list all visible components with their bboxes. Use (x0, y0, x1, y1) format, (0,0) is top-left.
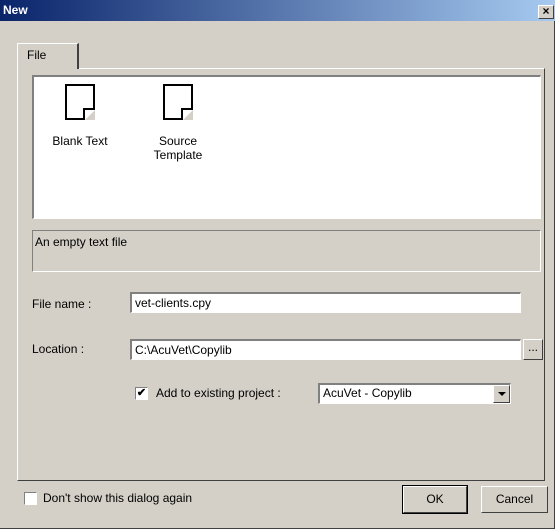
add-to-project-label: Add to existing project : (156, 386, 281, 400)
close-button[interactable]: × (538, 5, 554, 19)
file-name-label: File name : (32, 297, 92, 311)
template-item-source-template[interactable]: Source Template (138, 84, 218, 162)
location-input[interactable]: C:\AcuVet\Copylib (130, 339, 521, 360)
template-item-blank-text[interactable]: Blank Text (40, 84, 120, 148)
ok-button[interactable]: OK (402, 485, 468, 514)
template-label: Blank Text (52, 134, 108, 148)
project-select-value: AcuVet - Copylib (323, 386, 412, 400)
window-title: New (3, 3, 28, 17)
tab-file[interactable]: File (17, 43, 79, 69)
location-label: Location : (32, 342, 85, 356)
description-text: An empty text file (35, 235, 128, 249)
template-label-line2: Template (153, 148, 203, 162)
title-bar (0, 0, 555, 21)
dont-show-label: Don't show this dialog again (43, 491, 193, 505)
browse-button[interactable]: ... (523, 339, 543, 360)
chevron-down-icon[interactable] (493, 385, 510, 403)
add-to-project-checkbox[interactable]: ✔ (135, 387, 148, 400)
tab-file-label: File (27, 48, 47, 62)
file-name-input[interactable]: vet-clients.cpy (130, 292, 521, 313)
cancel-button[interactable]: Cancel (481, 486, 548, 513)
project-select[interactable]: AcuVet - Copylib (318, 383, 511, 404)
document-icon (65, 84, 95, 120)
document-icon (163, 84, 193, 120)
template-label-line1: Source (158, 134, 198, 148)
template-list[interactable]: Blank Text Source Template (32, 75, 541, 219)
description-box: An empty text file (32, 230, 541, 272)
dont-show-checkbox[interactable] (24, 492, 37, 505)
